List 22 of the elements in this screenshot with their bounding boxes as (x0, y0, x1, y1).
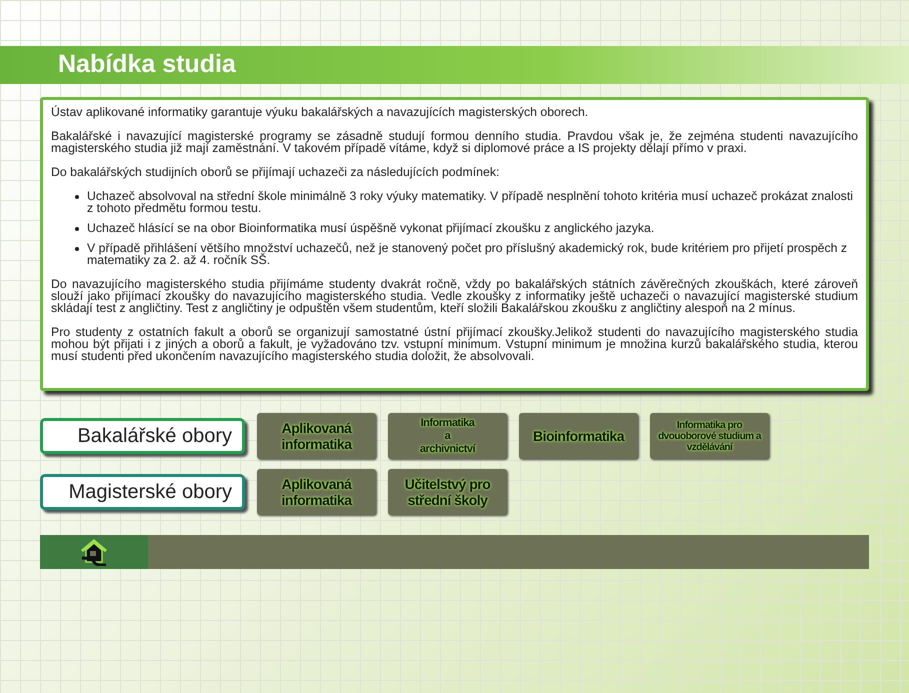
bullet-icon (75, 227, 79, 231)
bullet-icon (75, 247, 79, 251)
paragraph: Do navazujícího magisterského studia přijímáme studenty dvakrát ročně, vždy po bakalářských státních závěrečných zkouškách, které zároveň slouží jako přijímací zkoušky do navazujícího magisterského studia. Vedle zkoušky z informatiky ještě uchazeči o navazující magisterské studium skládají test z angličtiny. Test z angličtiny je odpuštěn všem studentům, kteří složili Bakalářskou zkoušku z angličtiny alespoň na 2 mínus. (51, 278, 858, 314)
list-item-text: Uchazeč absolvoval na střední škole minimálně 3 roky výuky matematiky. V případě nesplnění tohoto kritéria musí uchazeč prokázat znalosti z tohoto předmětu formou testu. (87, 190, 854, 214)
home-icon (78, 538, 110, 566)
paragraph: Ústav aplikované informatiky garantuje výuku bakalářských a navazujících magisterských oborech. (51, 106, 590, 118)
field-button[interactable]: Bioinformatika (519, 413, 638, 459)
paragraph: Do bakalářských studijních oborů se přijímají uchazeči za následujících podmínek: (51, 166, 500, 178)
list-item-text: V případě přihlášení většího množství uchazečů, než je stanovený počet pro příslušný akademický rok, bude kritériem pro přijetí prospěch z matematiky za 2. až 4. ročník SŠ. (87, 242, 848, 266)
program-button[interactable]: Magisterské obory (40, 474, 245, 510)
bullet-icon (75, 195, 79, 199)
paragraph: Bakalářské i navazující magisterské programy se zásadně studují formou denního studia. Pravdou však je, že zejména studenti navazujícího magisterského studia již mají zaměstnání. V takovém případě vítáme, když si diplomové práce a IS projekty dělají přímo v praxi. (51, 130, 858, 154)
field-button[interactable]: Informatika a archivnictví (388, 413, 507, 459)
list-item-text: Uchazeč hlásící se na obor Bioinformatika musí úspěšně vykonat přijímací zkoušku z anglického jazyka. (87, 222, 654, 234)
page-title: Nabídka studia (58, 49, 236, 80)
field-button[interactable]: Aplikovaná informatika (257, 469, 376, 515)
program-button[interactable]: Bakalářské obory (40, 418, 245, 454)
paragraph: Pro studenty z ostatních fakult a oborů se organizují samostatné ústní přijímací zkoušky.Jelikož studenti do navazujícího magisterského studia mohou být přijati i z jiných a oborů a fakult, je vyžadováno tzv. vstupní minimum. Vstupní minimum je množina kurzů bakalářského studia, kterou musí studenti před ukončením navazujícího magisterského studia doložit, že absolvovali. (51, 326, 858, 362)
field-button[interactable]: Učitelstvý pro střední školy (388, 469, 507, 515)
field-button[interactable]: Informatika pro dvouoborové studium a vzdělávání (650, 413, 769, 459)
field-button[interactable]: Aplikovaná informatika (257, 413, 376, 459)
home-button[interactable] (40, 535, 148, 569)
